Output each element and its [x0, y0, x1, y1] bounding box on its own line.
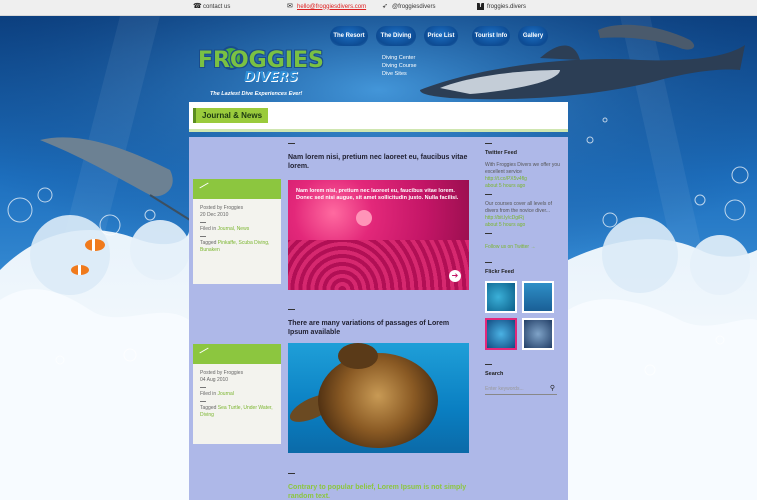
- search-icon[interactable]: ⚲: [550, 385, 555, 392]
- logo-word-2: DIVERS: [244, 70, 298, 85]
- post-title-1[interactable]: Nam lorem nisi, pretium nec laoreet eu, …: [288, 153, 468, 171]
- contact-link[interactable]: ☎ contact us: [193, 3, 230, 10]
- meta-filed-links[interactable]: Journal, News: [218, 226, 250, 232]
- meta-card-header: [193, 344, 281, 364]
- flickr-gallery: [485, 281, 560, 350]
- sidebar-divider: [485, 143, 492, 144]
- sidebar-divider: [485, 262, 492, 263]
- post-title-3[interactable]: Contrary to popular belief, Lorem Ipsum …: [288, 483, 468, 500]
- site-logo[interactable]: FROGGIES DIVERS The Laziest Dive Experie…: [192, 46, 328, 102]
- tweet: With Froggies Divers we offer you excell…: [485, 162, 560, 190]
- meta-separator: [200, 236, 206, 237]
- tweet-link[interactable]: http://t.co/PX5v4flg: [485, 176, 560, 183]
- meta-filed-prefix: Filed in: [200, 226, 217, 232]
- meta-posted-by: Posted by Froggies: [200, 205, 244, 211]
- tweet-time[interactable]: about 5 hours ago: [485, 222, 560, 229]
- post-image-2[interactable]: [288, 343, 469, 453]
- twitter-feed-heading: Twitter Feed: [485, 150, 517, 156]
- tweet-link[interactable]: http://bit.ly/cDgiRj: [485, 215, 560, 222]
- nav-price-list[interactable]: Price List: [424, 26, 458, 46]
- tweet-time[interactable]: about 5 hours ago: [485, 183, 560, 190]
- reef-graphic: [288, 240, 469, 290]
- turtle-shell-graphic: [318, 353, 438, 448]
- contact-label: contact us: [203, 3, 231, 10]
- meta-separator: [200, 387, 206, 388]
- meta-tagged: Tagged Pinkaffe, Scuba Diving, Bunaken: [200, 240, 274, 254]
- post-title-2[interactable]: There are many variations of passages of…: [288, 319, 468, 337]
- post-meta-card-1: Posted by Froggies 20 Dec 2010 Filed in …: [193, 179, 281, 284]
- flickr-thumb-diver-2[interactable]: [485, 318, 517, 350]
- meta-date: 04 Aug 2010: [200, 377, 229, 383]
- title-underline: [189, 129, 568, 132]
- sidebar-divider: [485, 194, 492, 195]
- nav-tourist-info[interactable]: Tourist Info: [472, 26, 510, 46]
- turtle-head-graphic: [338, 343, 378, 369]
- phone-icon: ☎: [193, 3, 202, 10]
- meta-separator: [200, 401, 206, 402]
- post-overlay-text: Nam lorem nisi, pretium nec laoreet eu, …: [296, 188, 459, 201]
- flickr-thumb-diver[interactable]: [485, 281, 517, 313]
- meta-filed-links[interactable]: Journal: [218, 391, 234, 397]
- tweet-text: With Froggies Divers we offer you excell…: [485, 162, 560, 175]
- search-heading: Search: [485, 371, 504, 377]
- sidebar-divider: [485, 233, 492, 234]
- tweet: Our courses cover all levels of divers f…: [485, 201, 560, 229]
- post-divider: [288, 473, 295, 474]
- email-address[interactable]: hello@froggiesdivers.com: [297, 4, 366, 10]
- submenu-diving-course[interactable]: Diving Course: [382, 62, 417, 70]
- play-arrow-icon[interactable]: ➔: [449, 270, 461, 282]
- meta-tagged: Tagged Sea Turtle, Under Water, Diving: [200, 405, 274, 419]
- post-meta-card-2: Posted by Froggies 04 Aug 2010 Filed in …: [193, 344, 281, 444]
- flickr-thumb-eel[interactable]: [522, 318, 554, 350]
- meta-card-header: [193, 179, 281, 199]
- email-link[interactable]: ✉ hello@froggiesdivers.com: [287, 3, 366, 10]
- journal-body: Nam lorem nisi, pretium nec laoreet eu, …: [189, 137, 568, 500]
- meta-date: 20 Dec 2010: [200, 212, 229, 218]
- meta-filed: Filed in Journal: [200, 391, 274, 398]
- tweet-text: Our courses cover all levels of divers f…: [485, 201, 552, 214]
- meta-filed: Filed in Journal, News: [200, 226, 274, 233]
- twitter-link[interactable]: ➶ @froggiesdivers: [382, 3, 435, 10]
- logo-tagline: The Laziest Dive Experiences Ever!: [210, 91, 303, 97]
- nav-gallery[interactable]: Gallery: [518, 26, 548, 46]
- follow-twitter-link[interactable]: Follow us on Twitter →: [485, 244, 560, 250]
- search-placeholder: Enter keywords...: [485, 386, 524, 392]
- flickr-thumb-fish[interactable]: [522, 281, 554, 313]
- meta-tagged-prefix: Tagged: [200, 240, 217, 246]
- site-header: FROGGIES DIVERS The Laziest Dive Experie…: [0, 16, 757, 102]
- meta-tagged-prefix: Tagged: [200, 405, 217, 411]
- page-title-bar: Journal & News: [189, 102, 568, 132]
- sidebar: Twitter Feed With Froggies Divers we off…: [485, 137, 560, 395]
- facebook-icon: f: [477, 3, 484, 10]
- submenu-dive-sites[interactable]: Dive Sites: [382, 70, 417, 78]
- post-divider: [288, 309, 295, 310]
- top-contact-bar: ☎ contact us ✉ hello@froggiesdivers.com …: [0, 0, 757, 16]
- content-panel: Journal & News Nam lorem nisi, pretium n…: [189, 102, 568, 500]
- sun-graphic: [356, 210, 372, 226]
- submenu-diving-center[interactable]: Diving Center: [382, 54, 417, 62]
- facebook-handle: froggies.divers: [487, 3, 527, 10]
- twitter-handle: @froggiesdivers: [392, 3, 436, 10]
- sidebar-divider: [485, 364, 492, 365]
- diving-submenu: Diving Center Diving Course Dive Sites: [382, 54, 417, 78]
- meta-separator: [200, 222, 206, 223]
- meta-posted-by: Posted by Froggies: [200, 370, 244, 376]
- post-divider: [288, 143, 295, 144]
- facebook-link[interactable]: f froggies.divers: [477, 3, 526, 10]
- nav-the-diving[interactable]: The Diving: [376, 26, 416, 46]
- twitter-bird-icon: ➶: [382, 3, 388, 10]
- flickr-feed-heading: Flickr Feed: [485, 269, 515, 275]
- page-title: Journal & News: [193, 108, 269, 123]
- envelope-icon: ✉: [287, 3, 293, 10]
- nav-the-resort[interactable]: The Resort: [330, 26, 368, 46]
- meta-filed-prefix: Filed in: [200, 391, 217, 397]
- search-input[interactable]: Enter keywords... ⚲: [485, 383, 557, 395]
- post-image-1[interactable]: Nam lorem nisi, pretium nec laoreet eu, …: [288, 180, 469, 290]
